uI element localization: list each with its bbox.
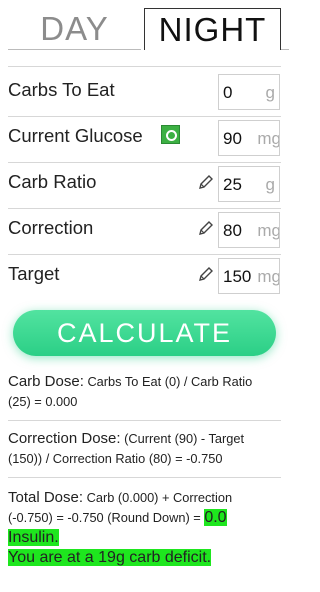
row-target: Target 150 mg bbox=[0, 254, 289, 300]
pencil-icon[interactable] bbox=[198, 220, 214, 236]
result-divider bbox=[8, 477, 281, 478]
calculate-button[interactable]: CALCULATE bbox=[13, 310, 276, 356]
correction-label: Correction bbox=[8, 217, 94, 238]
carb-ratio-value: 25 bbox=[223, 175, 242, 194]
row-divider bbox=[8, 66, 281, 67]
carb-deficit-message: You are at a 19g carb deficit. bbox=[8, 549, 212, 566]
carb-dose-label: Carb Dose: bbox=[8, 373, 84, 390]
result-divider bbox=[8, 420, 281, 421]
pencil-icon[interactable] bbox=[198, 174, 214, 190]
correction-input[interactable]: 80 mg bbox=[218, 212, 280, 248]
row-current-glucose: Current Glucose 90 mg bbox=[0, 116, 289, 162]
correction-value: 80 bbox=[223, 221, 242, 240]
carb-dose-result: Carb Dose: Carbs To Eat (0) / Carb Ratio… bbox=[8, 372, 276, 412]
correction-dose-result: Correction Dose: (Current (90) - Target … bbox=[8, 429, 276, 469]
carbs-to-eat-unit: g bbox=[265, 83, 275, 102]
insulin-label: Insulin. bbox=[8, 529, 59, 546]
carb-ratio-label: Carb Ratio bbox=[8, 171, 97, 192]
row-carbs-to-eat: Carbs To Eat 0 g bbox=[0, 70, 289, 116]
total-dose-result: Total Dose: Carb (0.000) + Correction (-… bbox=[8, 488, 276, 568]
tab-day[interactable]: DAY bbox=[8, 8, 141, 50]
carbs-to-eat-value: 0 bbox=[223, 83, 233, 102]
target-value: 150 bbox=[223, 267, 252, 286]
carbs-to-eat-input[interactable]: 0 g bbox=[218, 74, 280, 110]
current-glucose-input[interactable]: 90 mg bbox=[218, 120, 280, 156]
total-dose-value: 0.0 bbox=[204, 509, 227, 526]
pencil-icon[interactable] bbox=[198, 266, 214, 282]
tab-night[interactable]: NIGHT bbox=[144, 8, 281, 50]
correction-dose-label: Correction Dose: bbox=[8, 430, 121, 447]
correction-unit: mg bbox=[257, 221, 280, 240]
current-glucose-label: Current Glucose bbox=[8, 125, 143, 146]
row-correction: Correction 80 mg bbox=[0, 208, 289, 254]
carbs-to-eat-label: Carbs To Eat bbox=[8, 79, 115, 100]
row-carb-ratio: Carb Ratio 25 g bbox=[0, 162, 289, 208]
tab-divider bbox=[281, 49, 289, 50]
current-glucose-value: 90 bbox=[223, 129, 242, 148]
glucose-sync-icon[interactable] bbox=[161, 125, 180, 144]
target-unit: mg bbox=[257, 267, 280, 286]
carb-ratio-unit: g bbox=[265, 175, 275, 194]
current-glucose-unit: mg bbox=[257, 129, 280, 148]
day-night-tabs: DAY NIGHT bbox=[0, 0, 289, 50]
total-dose-label: Total Dose: bbox=[8, 489, 84, 506]
carb-ratio-input[interactable]: 25 g bbox=[218, 166, 280, 202]
target-label: Target bbox=[8, 263, 60, 284]
target-input[interactable]: 150 mg bbox=[218, 258, 280, 294]
